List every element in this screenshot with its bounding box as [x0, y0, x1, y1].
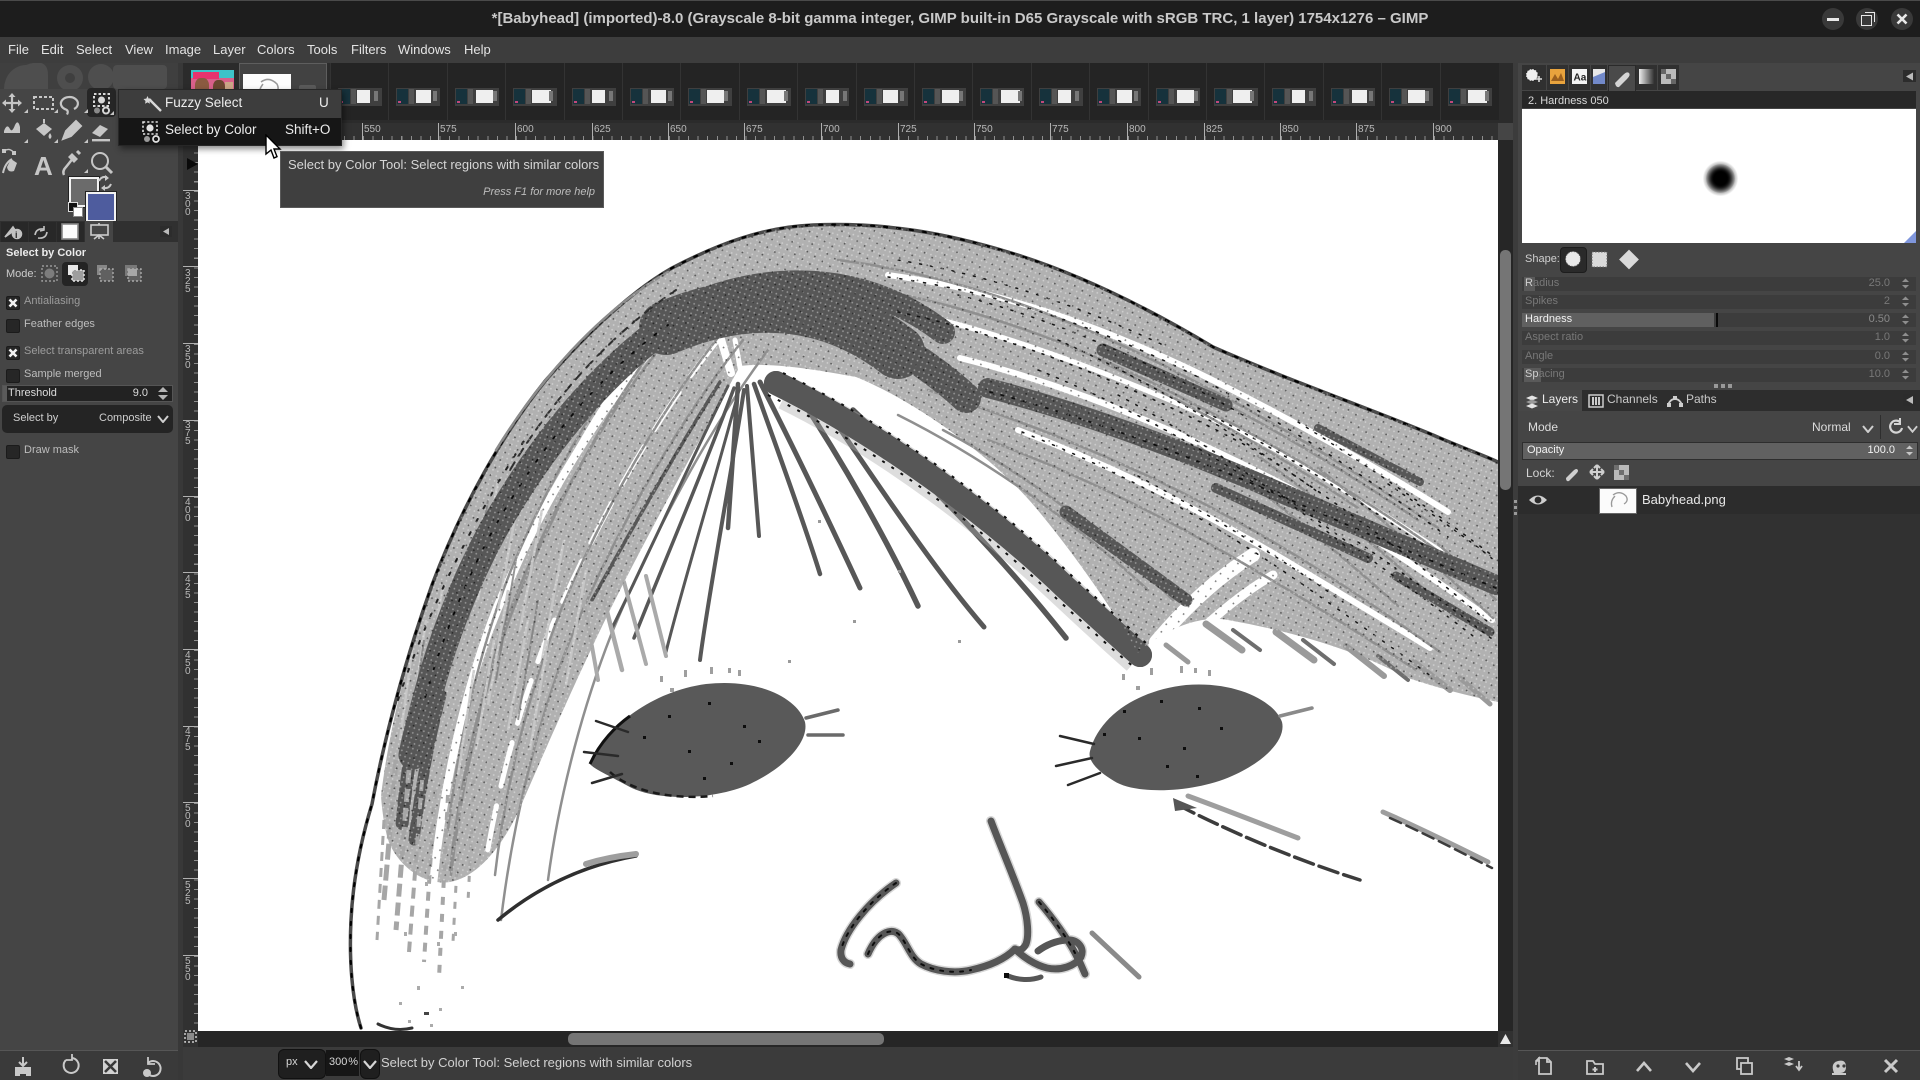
svg-text:i: i — [15, 230, 18, 240]
svg-text:A: A — [34, 151, 53, 179]
svg-text:Aa: Aa — [1574, 73, 1587, 84]
